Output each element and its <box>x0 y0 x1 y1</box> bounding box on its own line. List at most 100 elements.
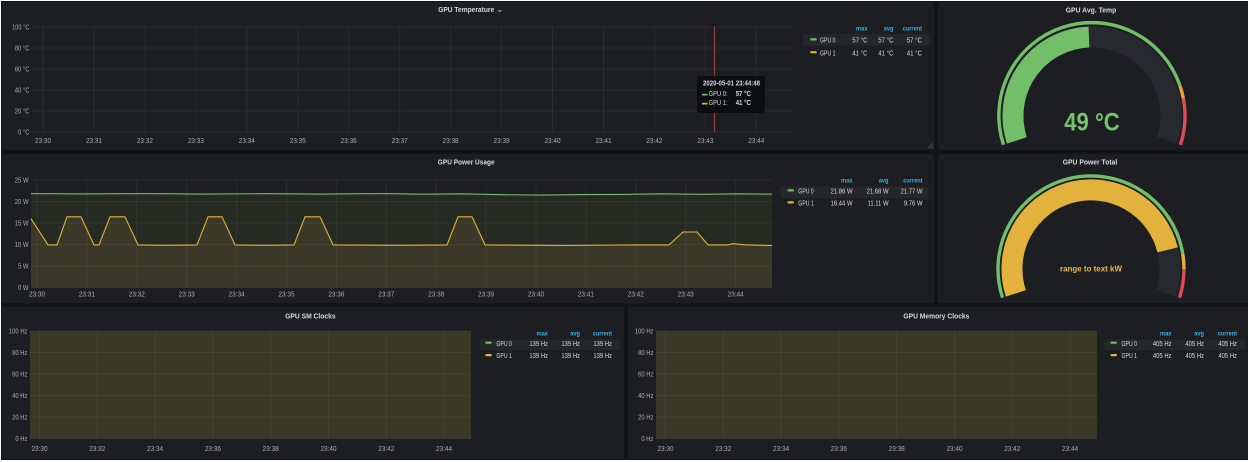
svg-text:80 Hz: 80 Hz <box>12 350 28 357</box>
svg-text:23:34: 23:34 <box>773 446 789 453</box>
svg-text:current: current <box>903 26 923 33</box>
svg-text:11.11 W: 11.11 W <box>868 201 889 208</box>
svg-text:GPU Temperature: GPU Temperature <box>438 5 494 14</box>
svg-text:23:44: 23:44 <box>748 138 764 145</box>
svg-text:20 W: 20 W <box>15 199 29 206</box>
svg-text:60 Hz: 60 Hz <box>12 371 28 378</box>
svg-text:139 Hz: 139 Hz <box>593 353 612 360</box>
svg-text:0 Hz: 0 Hz <box>15 436 28 443</box>
svg-text:80 °C: 80 °C <box>15 44 30 52</box>
svg-text:GPU 0: GPU 0 <box>798 189 814 196</box>
svg-text:41 °C: 41 °C <box>736 99 751 107</box>
svg-text:0 °C: 0 °C <box>18 128 30 136</box>
svg-text:23:34: 23:34 <box>239 138 255 145</box>
svg-text:23:40: 23:40 <box>946 446 962 453</box>
svg-text:41 °C: 41 °C <box>907 49 922 57</box>
svg-text:23:33: 23:33 <box>179 292 195 299</box>
svg-text:23:43: 23:43 <box>697 138 713 145</box>
svg-text:23:40: 23:40 <box>544 138 560 145</box>
svg-text:23:41: 23:41 <box>595 138 611 145</box>
svg-text:max: max <box>856 26 868 33</box>
svg-text:23:35: 23:35 <box>290 138 306 145</box>
svg-text:max: max <box>537 330 549 337</box>
svg-text:23:32: 23:32 <box>89 446 105 453</box>
svg-text:0 W: 0 W <box>18 285 29 292</box>
svg-text:23:33: 23:33 <box>188 138 204 145</box>
svg-text:max: max <box>1160 330 1172 337</box>
svg-text:405 Hz: 405 Hz <box>1218 353 1237 360</box>
svg-text:GPU 1: GPU 1 <box>798 201 814 208</box>
svg-text:21.77 W: 21.77 W <box>901 189 923 196</box>
svg-text:GPU 1:: GPU 1: <box>709 100 728 107</box>
svg-text:current: current <box>1218 330 1238 337</box>
svg-text:100 Hz: 100 Hz <box>9 328 28 335</box>
svg-text:2020-05-01 23:44:48: 2020-05-01 23:44:48 <box>703 81 760 88</box>
svg-text:23:34: 23:34 <box>229 292 245 299</box>
svg-text:range to text kW: range to text kW <box>1060 265 1122 274</box>
svg-text:GPU 1: GPU 1 <box>820 50 836 57</box>
svg-text:16.44 W: 16.44 W <box>831 201 853 208</box>
svg-text:80 Hz: 80 Hz <box>638 350 654 357</box>
svg-text:49 °C: 49 °C <box>1064 109 1120 137</box>
svg-text:21.68 W: 21.68 W <box>867 189 889 196</box>
svg-text:23:41: 23:41 <box>578 292 594 299</box>
svg-text:60 Hz: 60 Hz <box>638 371 654 378</box>
svg-text:57 °C: 57 °C <box>736 90 751 98</box>
svg-text:139 Hz: 139 Hz <box>529 341 548 348</box>
svg-text:100 °C: 100 °C <box>12 23 30 31</box>
svg-text:15 W: 15 W <box>15 220 29 227</box>
svg-text:23:31: 23:31 <box>79 292 95 299</box>
svg-text:23:42: 23:42 <box>378 446 394 453</box>
svg-text:23:38: 23:38 <box>889 446 905 453</box>
svg-text:23:44: 23:44 <box>728 292 744 299</box>
svg-text:23:32: 23:32 <box>715 446 731 453</box>
svg-text:23:37: 23:37 <box>392 138 408 145</box>
svg-text:23:36: 23:36 <box>341 138 357 145</box>
svg-text:23:30: 23:30 <box>31 446 47 453</box>
svg-text:40 °C: 40 °C <box>15 86 30 94</box>
svg-text:current: current <box>903 178 923 185</box>
svg-text:23:30: 23:30 <box>657 446 673 453</box>
svg-text:23:36: 23:36 <box>328 292 344 299</box>
svg-text:23:38: 23:38 <box>428 292 444 299</box>
svg-text:avg: avg <box>884 26 894 33</box>
svg-text:GPU 1: GPU 1 <box>1122 353 1138 360</box>
svg-text:139 Hz: 139 Hz <box>529 353 548 360</box>
svg-text:23:42: 23:42 <box>1004 446 1020 453</box>
svg-text:23:38: 23:38 <box>443 138 459 145</box>
svg-text:40 Hz: 40 Hz <box>12 393 28 400</box>
svg-text:0 Hz: 0 Hz <box>641 436 654 443</box>
svg-text:23:37: 23:37 <box>378 292 394 299</box>
svg-text:20 Hz: 20 Hz <box>638 414 654 421</box>
svg-text:405 Hz: 405 Hz <box>1185 341 1204 348</box>
svg-text:23:39: 23:39 <box>494 138 510 145</box>
svg-text:avg: avg <box>570 330 580 337</box>
svg-text:avg: avg <box>1194 330 1204 337</box>
svg-text:405 Hz: 405 Hz <box>1185 353 1204 360</box>
svg-text:139 Hz: 139 Hz <box>561 341 580 348</box>
svg-text:10 W: 10 W <box>15 242 29 249</box>
svg-text:max: max <box>841 178 853 185</box>
svg-text:40 Hz: 40 Hz <box>638 393 654 400</box>
svg-text:23:39: 23:39 <box>478 292 494 299</box>
svg-text:avg: avg <box>879 178 889 185</box>
svg-text:23:40: 23:40 <box>528 292 544 299</box>
svg-text:GPU 0: GPU 0 <box>1122 341 1138 348</box>
svg-text:23:36: 23:36 <box>205 446 221 453</box>
svg-text:23:38: 23:38 <box>263 446 279 453</box>
svg-text:25 W: 25 W <box>15 177 29 184</box>
svg-text:21.86 W: 21.86 W <box>831 189 853 196</box>
svg-text:100 Hz: 100 Hz <box>635 328 654 335</box>
svg-text:23:32: 23:32 <box>137 138 153 145</box>
svg-text:23:44: 23:44 <box>1062 446 1078 453</box>
svg-text:GPU 0: GPU 0 <box>496 341 512 348</box>
svg-text:23:42: 23:42 <box>628 292 644 299</box>
svg-text:20 °C: 20 °C <box>15 107 30 115</box>
svg-text:9.76 W: 9.76 W <box>904 201 923 208</box>
svg-text:23:44: 23:44 <box>436 446 452 453</box>
svg-text:GPU Power Usage: GPU Power Usage <box>438 158 495 167</box>
svg-text:GPU 0:: GPU 0: <box>709 91 728 98</box>
svg-text:20 Hz: 20 Hz <box>12 414 28 421</box>
svg-text:23:35: 23:35 <box>278 292 294 299</box>
svg-text:23:43: 23:43 <box>678 292 694 299</box>
